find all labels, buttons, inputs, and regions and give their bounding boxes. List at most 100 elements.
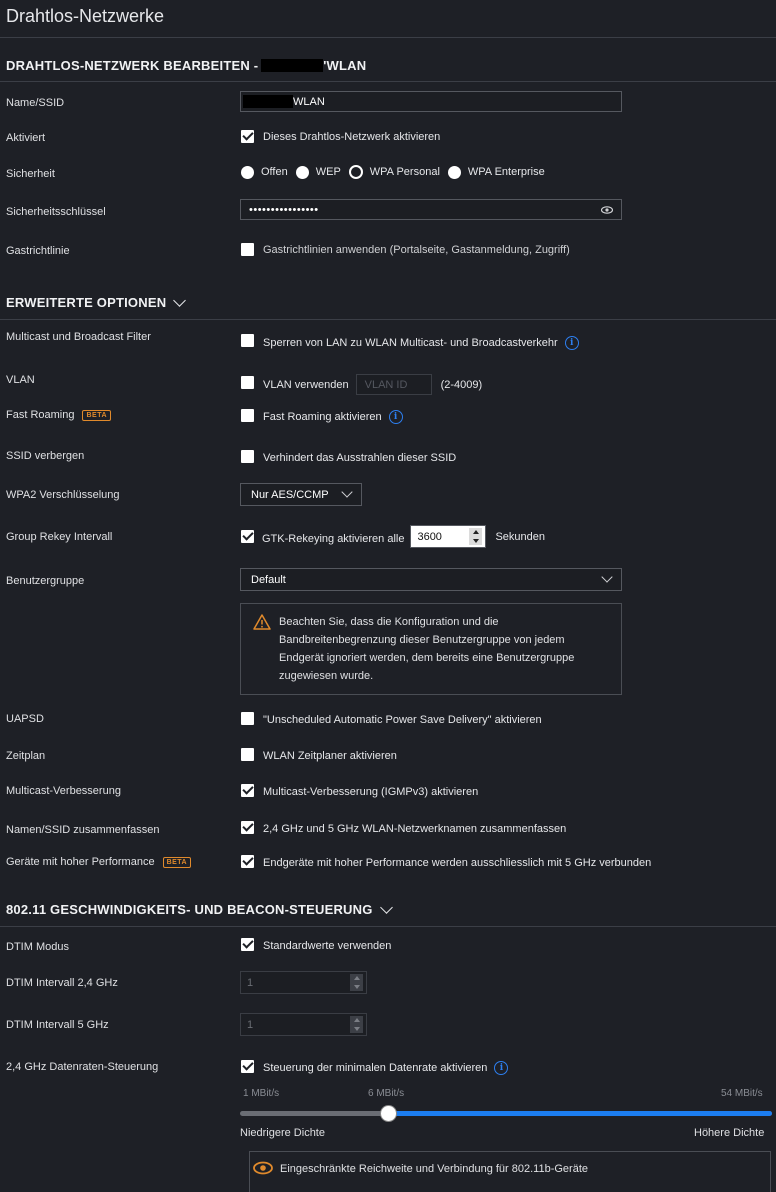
- dtim-mode-text: Standardwerte verwenden: [263, 940, 392, 952]
- schedule-checkbox[interactable]: [241, 747, 254, 761]
- radio-offen[interactable]: [241, 165, 254, 179]
- vlan-checkbox[interactable]: [241, 375, 254, 389]
- mcast-enh-checkbox[interactable]: [241, 782, 254, 797]
- hide-checkbox[interactable]: [241, 449, 254, 463]
- dtim5-label: DTIM Intervall 5 GHz: [6, 1019, 109, 1031]
- arrow-down-icon[interactable]: [472, 538, 479, 543]
- rate-min-label: 1 MBit/s: [243, 1088, 280, 1099]
- enabled-checkbox[interactable]: [241, 129, 254, 143]
- rate-max-label: 54 MBit/s: [721, 1088, 763, 1099]
- arrow-up-icon[interactable]: [472, 530, 479, 535]
- roaming-label-row: Fast Roaming BETA: [6, 409, 112, 421]
- radio-wep[interactable]: [295, 165, 309, 179]
- usergroup-label: Benutzergruppe: [6, 575, 85, 587]
- security-key-input[interactable]: ••••••••••••••••: [240, 199, 622, 220]
- roaming-label: Fast Roaming: [6, 409, 75, 421]
- combine-label: Namen/SSID zusammenfassen: [6, 824, 160, 836]
- hide-row: Verhindert das Ausstrahlen dieser SSID: [241, 448, 456, 464]
- rekey-value: 3600: [417, 530, 442, 543]
- combine-checkbox[interactable]: [241, 819, 254, 834]
- dtim-mode-checkbox[interactable]: [241, 936, 254, 951]
- legacy-notice: Eingeschränkte Reichweite und Verbindung…: [249, 1151, 771, 1192]
- rekey-label: Group Rekey Intervall: [6, 531, 113, 543]
- beta-badge: BETA: [162, 856, 192, 868]
- divider: [0, 319, 776, 320]
- dtim5-value: 1: [247, 1018, 254, 1031]
- arrow-up-icon[interactable]: [353, 1018, 360, 1023]
- vlan-label: VLAN: [6, 374, 35, 386]
- info-icon[interactable]: i: [388, 410, 403, 424]
- radio-offen-label: Offen: [261, 166, 288, 178]
- stepper-arrows[interactable]: [350, 1016, 363, 1033]
- chevron-down-icon: [173, 293, 187, 307]
- guest-text: Gastrichtlinien anwenden (Portalseite, G…: [263, 243, 570, 256]
- uapsd-checkbox[interactable]: [241, 711, 254, 725]
- highperf-checkbox[interactable]: [241, 853, 254, 868]
- rate-row: Steuerung der minimalen Datenrate aktivi…: [241, 1057, 509, 1075]
- chevron-down-icon: [341, 486, 353, 498]
- usergroup-warning-text: Beachten Sie, dass die Konfiguration und…: [279, 616, 575, 682]
- wpa2-select[interactable]: Nur AES/CCMP: [240, 483, 362, 506]
- multicast-label: Multicast und Broadcast Filter: [6, 331, 151, 343]
- highperf-row: Endgeräte mit hoher Performance werden a…: [241, 853, 651, 869]
- stepper-arrows[interactable]: [350, 974, 363, 991]
- guest-row: Gastrichtlinien anwenden (Portalseite, G…: [241, 243, 570, 256]
- rekey-interval-stepper[interactable]: 3600: [410, 525, 487, 548]
- vlan-text: VLAN verwenden: [263, 378, 349, 391]
- density-high-label: Höhere Dichte: [694, 1127, 765, 1139]
- rekey-row: GTK-Rekeying aktivieren alle 3600 Sekund…: [241, 525, 545, 548]
- rate-slider-handle[interactable]: [381, 1106, 396, 1121]
- guest-checkbox[interactable]: [241, 243, 254, 256]
- divider: [0, 37, 776, 38]
- highperf-text: Endgeräte mit hoher Performance werden a…: [263, 857, 652, 869]
- highperf-label: Geräte mit hoher Performance: [6, 856, 155, 868]
- radio-wpa-personal[interactable]: [348, 165, 363, 179]
- roaming-text: Fast Roaming aktivieren: [263, 411, 382, 423]
- density-low-label: Niedrigere Dichte: [240, 1127, 325, 1139]
- arrow-down-icon[interactable]: [353, 1026, 360, 1031]
- security-key-value: ••••••••••••••••: [249, 203, 319, 216]
- vlan-row: VLAN verwenden VLAN ID (2-4009): [241, 369, 482, 395]
- dtim-mode-label: DTIM Modus: [6, 941, 69, 953]
- wpa2-label: WPA2 Verschlüsselung: [6, 489, 120, 501]
- section-advanced-title: ERWEITERTE OPTIONEN: [6, 295, 167, 310]
- mcast-enh-row: Multicast-Verbesserung (IGMPv3) aktivier…: [241, 782, 478, 798]
- dtim-mode-row: Standardwerte verwenden: [241, 936, 391, 952]
- vlan-id-input[interactable]: VLAN ID: [355, 374, 432, 395]
- info-icon[interactable]: i: [564, 336, 579, 350]
- uapsd-text: "Unscheduled Automatic Power Save Delive…: [263, 714, 542, 726]
- beta-badge: BETA: [82, 409, 112, 421]
- radio-wpa-personal-label: WPA Personal: [369, 166, 440, 178]
- ssid-input[interactable]: WLAN: [240, 91, 622, 112]
- rekey-checkbox[interactable]: [241, 529, 254, 543]
- ssid-value: WLAN: [293, 95, 325, 108]
- info-icon[interactable]: i: [494, 1061, 509, 1075]
- arrow-up-icon[interactable]: [353, 976, 360, 981]
- eye-icon[interactable]: [601, 205, 613, 214]
- roaming-row: Fast Roaming aktivieren i: [241, 407, 403, 424]
- dtim24-stepper[interactable]: 1: [240, 971, 367, 994]
- dtim24-value: 1: [247, 976, 254, 989]
- legacy-text: Eingeschränkte Reichweite und Verbindung…: [280, 1163, 588, 1175]
- arrow-down-icon[interactable]: [353, 984, 360, 989]
- combine-text: 2,4 GHz und 5 GHz WLAN-Netzwerknamen zus…: [263, 823, 567, 835]
- section-edit-title-suffix: 'WLAN: [323, 58, 367, 73]
- multicast-checkbox[interactable]: [241, 333, 254, 347]
- hide-label: SSID verbergen: [6, 450, 85, 462]
- hide-text: Verhindert das Ausstrahlen dieser SSID: [263, 452, 457, 464]
- usergroup-select[interactable]: Default: [240, 568, 622, 591]
- eye-icon: [253, 1161, 273, 1175]
- redacted-block: [243, 95, 293, 108]
- rate-checkbox[interactable]: [241, 1058, 254, 1073]
- security-label: Sicherheit: [6, 168, 55, 180]
- dtim5-stepper[interactable]: 1: [240, 1013, 367, 1036]
- rekey-text: GTK-Rekeying aktivieren alle: [262, 533, 405, 545]
- warning-icon: [253, 614, 271, 630]
- section-advanced-toggle[interactable]: ERWEITERTE OPTIONEN: [6, 293, 187, 310]
- schedule-label: Zeitplan: [6, 750, 46, 762]
- section-rate-toggle[interactable]: 802.11 GESCHWINDIGKEITS- UND BEACON-STEU…: [6, 900, 393, 917]
- roaming-checkbox[interactable]: [241, 409, 254, 422]
- radio-wpa-enterprise[interactable]: [447, 165, 461, 179]
- stepper-arrows[interactable]: [469, 528, 483, 545]
- usergroup-value: Default: [251, 573, 286, 586]
